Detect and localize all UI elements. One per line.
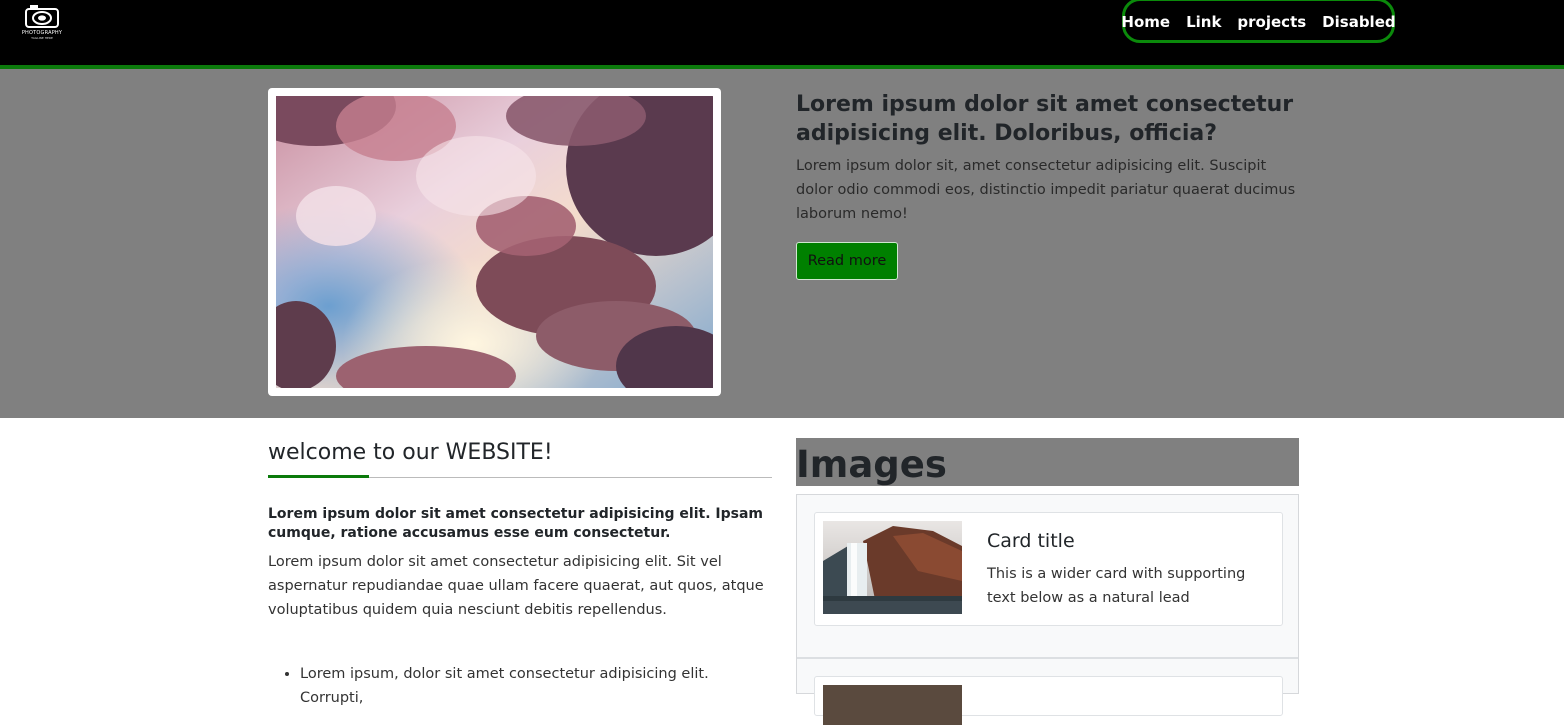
images-panel: Card title This is a wider card with sup… xyxy=(796,494,1299,725)
nav-link-projects[interactable]: projects xyxy=(1237,13,1306,31)
hero-title: Lorem ipsum dolor sit amet consectetur a… xyxy=(796,92,1294,146)
nav-link-home[interactable]: Home xyxy=(1121,13,1170,31)
read-more-button[interactable]: Read more xyxy=(796,242,898,280)
nav-link-disabled[interactable]: Disabled xyxy=(1322,13,1395,31)
welcome-title: welcome to our WEBSITE! xyxy=(268,440,553,465)
images-heading: Images xyxy=(796,438,1299,486)
welcome-lead: Lorem ipsum dolor sit amet consectetur a… xyxy=(268,506,764,541)
hero-section: Lorem ipsum dolor sit amet consectetur a… xyxy=(0,69,1564,418)
card-title: Card title xyxy=(987,530,1075,552)
nav-link-link[interactable]: Link xyxy=(1186,13,1221,31)
card-partial[interactable] xyxy=(814,676,1283,725)
navbar: PHOTOGRAPHY TAGLINE HERE Home Link proje… xyxy=(0,0,1564,69)
hero-clouds-image xyxy=(276,96,713,388)
camera-icon xyxy=(25,5,59,28)
welcome-list: Lorem ipsum, dolor sit amet consectetur … xyxy=(300,662,770,710)
hero-image-frame xyxy=(268,88,721,396)
logo-subtext: TAGLINE HERE xyxy=(31,36,53,40)
welcome-accent-bar xyxy=(268,475,369,478)
card-text: This is a wider card with supporting tex… xyxy=(987,566,1246,606)
card[interactable]: Card title This is a wider card with sup… xyxy=(814,512,1283,626)
list-item: Lorem ipsum, dolor sit amet consectetur … xyxy=(300,662,770,710)
welcome-text: Lorem ipsum dolor sit amet consectetur a… xyxy=(268,554,764,618)
panel-divider xyxy=(797,657,1298,659)
hero-text: Lorem ipsum dolor sit, amet consectetur … xyxy=(796,158,1296,222)
nav-links: Home Link projects Disabled xyxy=(1121,0,1396,43)
card-partial-image xyxy=(823,685,962,725)
card-waterfall-image xyxy=(823,521,962,614)
site-logo[interactable]: PHOTOGRAPHY TAGLINE HERE xyxy=(16,4,68,40)
